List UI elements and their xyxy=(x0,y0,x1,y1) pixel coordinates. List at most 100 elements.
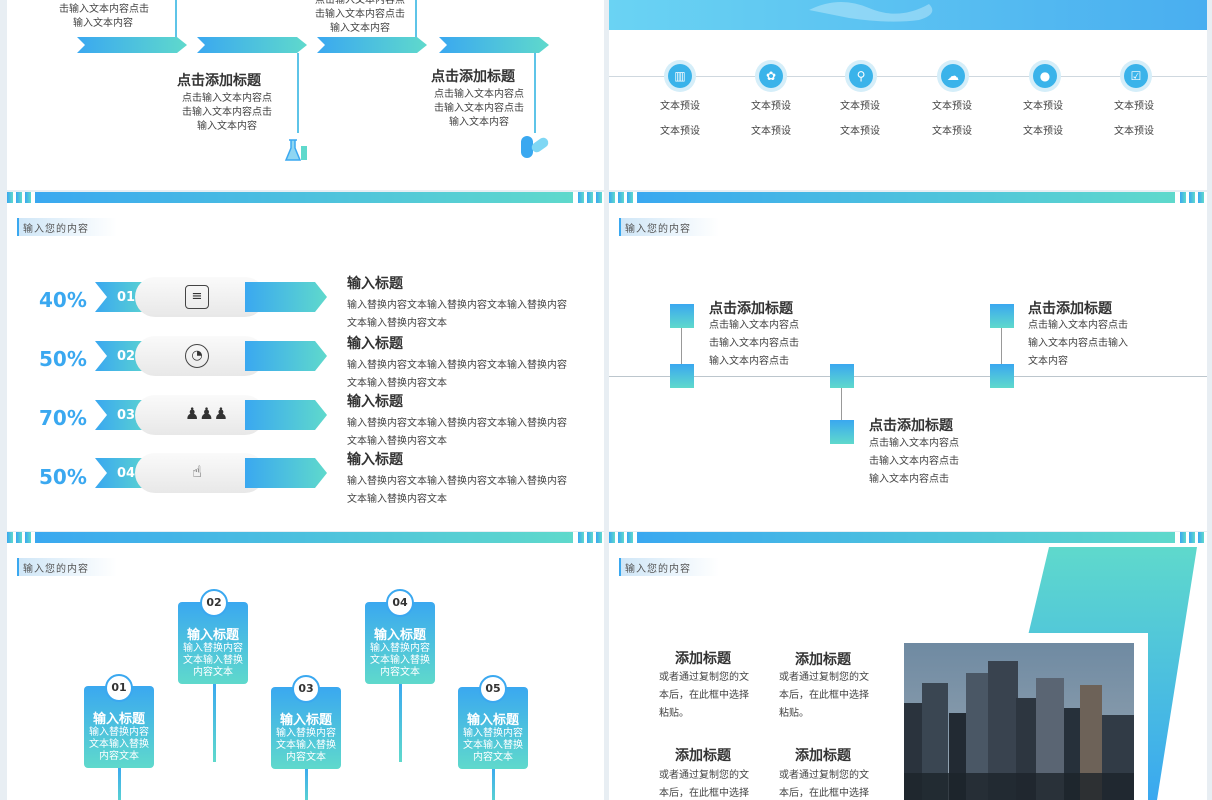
preset-label: 文本预设 xyxy=(751,126,791,137)
text-top-left-1: 击输入文本内容点击 xyxy=(59,4,149,15)
preset-label: 文本预设 xyxy=(751,101,791,112)
percent-value: 40% xyxy=(39,288,87,312)
item-desc: 或者通过复制您的文 本后，在此框中选择 xyxy=(779,767,869,800)
preset-label: 文本预设 xyxy=(840,126,880,137)
item-line: 或者通过复制您的文 xyxy=(659,672,749,683)
card-line: 文本输入替换 xyxy=(276,740,336,751)
block1-line: 输入文本内容 xyxy=(197,121,257,132)
card-stick xyxy=(118,767,121,800)
connector-line xyxy=(415,0,417,38)
item-line: 或者通过复制您的文 xyxy=(779,770,869,781)
timeline-node xyxy=(990,364,1014,388)
text-top-left-2: 输入文本内容 xyxy=(73,18,133,29)
row-desc-line: 输入替换内容文本输入替换内容文本输入替换内容 xyxy=(347,418,567,429)
row-number: 04 xyxy=(117,466,136,481)
slide-square-timeline: 输入您的内容 点击添加标题 点击输入文本内容点 击输入文本内容点击 输入文本内容… xyxy=(609,192,1207,531)
connector-line xyxy=(841,388,842,420)
card-line: 文本输入替换 xyxy=(370,655,430,666)
card-number-badge: 04 xyxy=(386,589,414,617)
block-line: 点击输入文本内容点 xyxy=(869,438,959,449)
top-stripe-bar xyxy=(7,192,604,203)
section-tag: 输入您的内容 xyxy=(17,218,117,236)
row-desc-line: 输入替换内容文本输入替换内容文本输入替换内容 xyxy=(347,476,567,487)
card-line: 输入替换内容 xyxy=(370,643,430,654)
card-title: 输入标题 xyxy=(279,713,332,728)
card-title: 输入标题 xyxy=(186,628,239,643)
search-icon: ⚲ xyxy=(849,64,873,88)
section-tag: 输入您的内容 xyxy=(619,218,719,236)
plant-icon: ✿ xyxy=(759,64,783,88)
card-title: 输入标题 xyxy=(466,713,519,728)
connector-line xyxy=(297,53,299,133)
item-line: 或者通过复制您的文 xyxy=(779,672,869,683)
block-line: 点击输入文本内容点击 xyxy=(1028,320,1128,331)
card-line: 内容文本 xyxy=(99,751,139,762)
block-line: 点击输入文本内容点 xyxy=(709,320,799,331)
preset-label: 文本预设 xyxy=(932,101,972,112)
card-title: 输入标题 xyxy=(92,712,145,727)
row-desc-line: 输入替换内容文本输入替换内容文本输入替换内容 xyxy=(347,360,567,371)
item-line: 本后，在此框中选择 xyxy=(779,788,869,799)
card-number-badge: 01 xyxy=(105,674,133,702)
block-desc: 点击输入文本内容点 击输入文本内容点击 输入文本内容点击 xyxy=(869,435,959,489)
slide-percentage-list: 输入您的内容 40% 01 ≡ 输入标题 输入替换内容文本输入替换内容文本输入替… xyxy=(7,192,604,531)
team-icon: ♟♟♟ xyxy=(185,404,229,423)
arrow-bar xyxy=(245,341,327,371)
row-desc-line: 输入替换内容文本输入替换内容文本输入替换内容 xyxy=(347,300,567,311)
connector-line xyxy=(1001,328,1002,364)
row-desc: 输入替换内容文本输入替换内容文本输入替换内容 文本输入替换内容文本 xyxy=(347,297,567,333)
card-stick xyxy=(305,767,308,800)
row-number: 03 xyxy=(117,408,136,423)
weather-icon: ☁ xyxy=(941,64,965,88)
item-title: 添加标题 xyxy=(795,652,851,668)
card-line: 输入替换内容 xyxy=(276,728,336,739)
card-number-badge: 02 xyxy=(200,589,228,617)
block-line: 输入文本内容点击 xyxy=(709,356,789,367)
card-stick xyxy=(399,682,402,762)
percent-value: 50% xyxy=(39,347,87,371)
item-title: 添加标题 xyxy=(675,651,731,667)
divider-line xyxy=(609,76,1207,77)
item-line: 或者通过复制您的文 xyxy=(659,770,749,781)
card-line: 输入替换内容 xyxy=(89,727,149,738)
connector-line xyxy=(175,0,177,38)
card-stick xyxy=(213,682,216,762)
item-title: 添加标题 xyxy=(795,748,851,764)
card-line: 内容文本 xyxy=(380,667,420,678)
block-desc: 点击输入文本内容点击 输入文本内容点击输入 文本内容 xyxy=(1028,317,1128,371)
block1-line: 点击输入文本内容点 xyxy=(182,93,272,104)
user-icon: ● xyxy=(1033,64,1057,88)
top-stripe-bar xyxy=(609,192,1207,203)
item-desc: 或者通过复制您的文 本后，在此框中选择 粘贴。 xyxy=(779,669,869,723)
timeline-node xyxy=(670,304,694,328)
block-line: 输入文本内容点击 xyxy=(869,474,949,485)
card-line: 输入替换内容 xyxy=(183,643,243,654)
percent-value: 70% xyxy=(39,406,87,430)
slide-icon-grid: ▥ ✿ ⚲ ☁ ● ☑ 文本预设 文本预设 文本预设 文本预设 文本预设 文本预… xyxy=(609,0,1207,190)
preset-label: 文本预设 xyxy=(1114,101,1154,112)
arrow-bar xyxy=(245,458,327,488)
block-line: 文本内容 xyxy=(1028,356,1068,367)
timeline-node xyxy=(830,364,854,388)
item-line: 粘贴。 xyxy=(659,708,689,719)
document-icon: ≡ xyxy=(185,285,209,309)
timeline-node xyxy=(990,304,1014,328)
row-title: 输入标题 xyxy=(347,394,403,410)
row-desc: 输入替换内容文本输入替换内容文本输入替换内容 文本输入替换内容文本 xyxy=(347,473,567,509)
item-title: 添加标题 xyxy=(675,748,731,764)
building-icon: ▥ xyxy=(668,64,692,88)
block2-line: 点击输入文本内容点 xyxy=(434,89,524,100)
row-desc: 输入替换内容文本输入替换内容文本输入替换内容 文本输入替换内容文本 xyxy=(347,357,567,393)
chevron-1 xyxy=(77,37,187,53)
row-desc-line: 文本输入替换内容文本 xyxy=(347,318,447,329)
checklist-icon: ☑ xyxy=(1124,64,1148,88)
block-desc: 点击输入文本内容点 击输入文本内容点击 输入文本内容点击 xyxy=(709,317,799,371)
row-desc: 输入替换内容文本输入替换内容文本输入替换内容 文本输入替换内容文本 xyxy=(347,415,567,451)
card-line: 内容文本 xyxy=(473,752,513,763)
block-title: 点击添加标题 xyxy=(869,418,953,434)
card-line: 文本输入替换 xyxy=(89,739,149,750)
pie-chart-icon: ◔ xyxy=(185,344,209,368)
section-tag: 输入您的内容 xyxy=(619,558,719,576)
preset-label: 文本预设 xyxy=(840,101,880,112)
item-line: 粘贴。 xyxy=(779,708,809,719)
